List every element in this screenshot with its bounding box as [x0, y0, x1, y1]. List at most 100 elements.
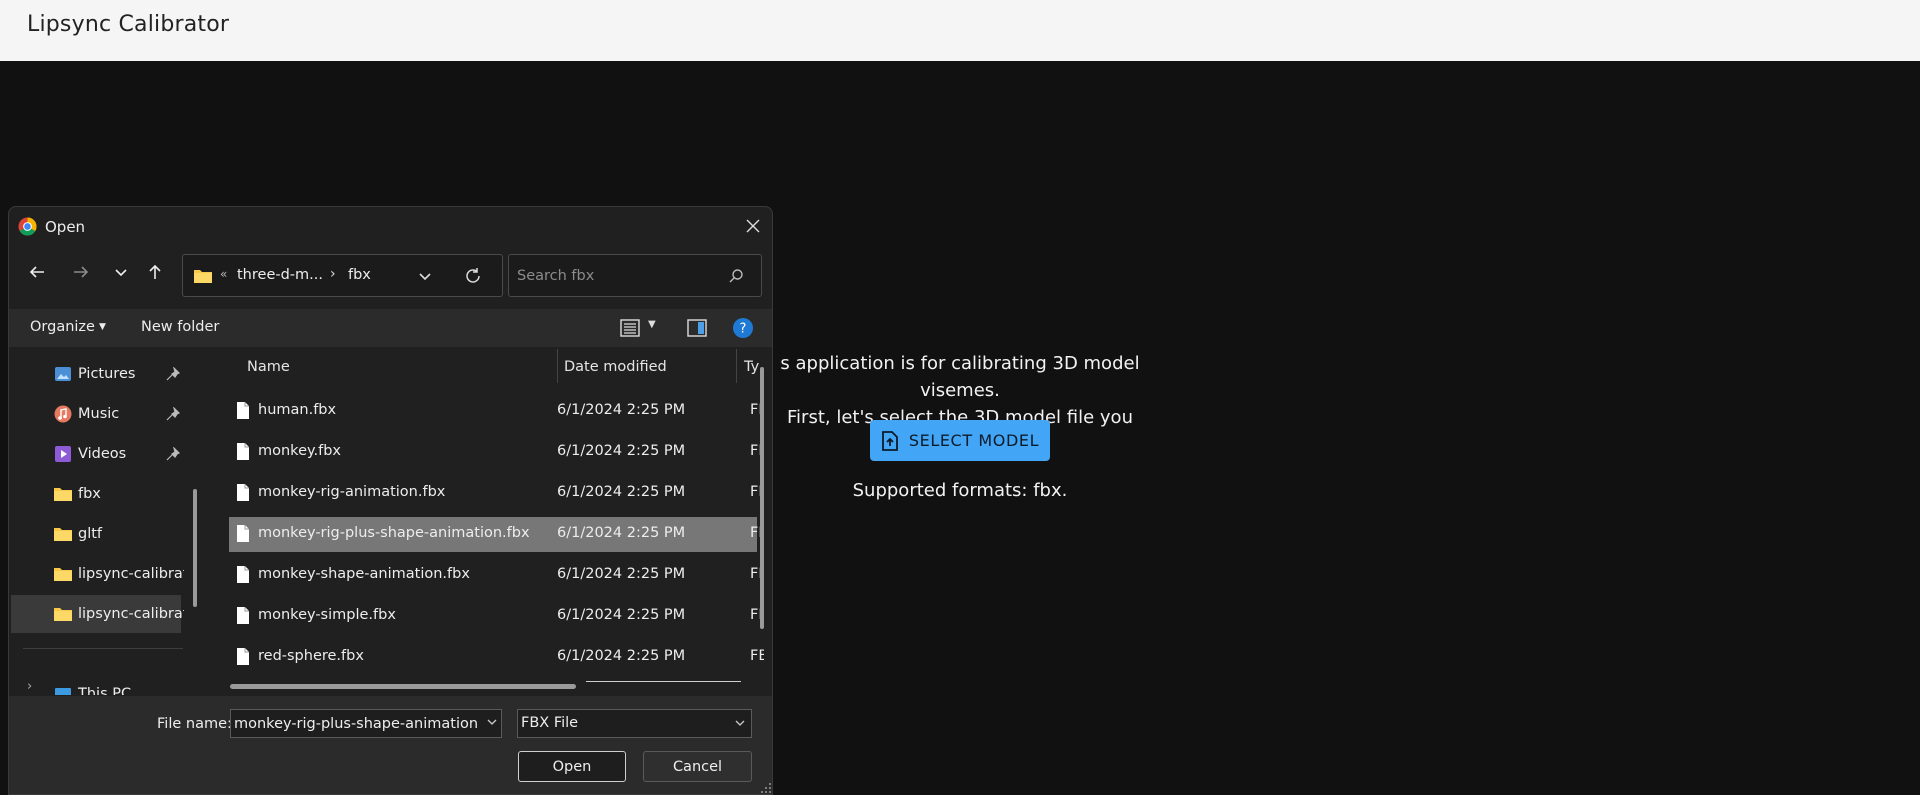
file-type-select[interactable]: FBX File — [517, 709, 752, 738]
dialog-titlebar[interactable]: Open — [9, 207, 772, 245]
file-date: 6/1/2024 2:25 PM — [557, 484, 686, 500]
cancel-button[interactable]: Cancel — [643, 751, 752, 782]
column-header-date[interactable]: Date modified — [564, 347, 704, 387]
file-name: monkey-rig-plus-shape-animation.fbx — [258, 525, 530, 541]
nav-item-label: Music — [78, 406, 120, 422]
select-model-label: SELECT MODEL — [908, 431, 1040, 450]
resize-grip-icon[interactable] — [760, 782, 772, 794]
file-icon — [237, 443, 249, 460]
nav-scrollbar[interactable] — [193, 489, 197, 607]
folder-icon — [54, 488, 72, 501]
new-folder-button[interactable]: New folder — [141, 319, 219, 335]
file-icon — [237, 402, 249, 419]
nav-item-label: gltf — [78, 526, 103, 542]
supported-formats: Supported formats: fbx. — [852, 480, 1068, 501]
nav-item-this-pc[interactable]: This PC — [11, 675, 181, 695]
file-row[interactable]: monkey-rig-animation.fbx 6/1/2024 2:25 P… — [229, 476, 764, 511]
open-button[interactable]: Open — [518, 751, 626, 782]
file-date: 6/1/2024 2:25 PM — [557, 443, 686, 459]
column-divider[interactable] — [557, 349, 558, 383]
close-button[interactable] — [742, 215, 764, 237]
navigation-pane: Pictures Music Videos fbx gltf lipsync-c… — [9, 347, 184, 695]
nav-item-lipsync-calibrator[interactable]: lipsync-calibrato — [11, 555, 184, 593]
nav-item-label: fbx — [78, 486, 101, 502]
nav-item-gltf[interactable]: gltf — [11, 515, 181, 553]
nav-divider — [23, 648, 183, 649]
chevron-down-icon[interactable] — [416, 267, 434, 285]
search-icon — [729, 269, 743, 283]
app-header: Lipsync Calibrator — [0, 0, 1920, 61]
help-icon[interactable]: ? — [732, 317, 754, 339]
expand-chevron-icon[interactable]: › — [27, 679, 32, 694]
file-row[interactable]: monkey.fbx 6/1/2024 2:25 PM FB — [229, 435, 764, 470]
file-name: monkey.fbx — [258, 443, 341, 459]
nav-item-label: lipsync-calibrato — [78, 566, 184, 582]
file-row[interactable]: monkey-shape-animation.fbx 6/1/2024 2:25… — [229, 558, 764, 593]
chevron-down-icon[interactable] — [485, 715, 499, 729]
file-icon — [237, 648, 249, 665]
nav-item-videos[interactable]: Videos — [11, 435, 181, 473]
file-type-value: FBX File — [521, 715, 579, 731]
nav-item-pictures[interactable]: Pictures — [11, 355, 181, 393]
organize-button[interactable]: Organize ▼ — [30, 319, 106, 335]
file-date: 6/1/2024 2:25 PM — [557, 525, 686, 541]
preview-pane-icon[interactable] — [686, 318, 708, 338]
chrome-icon — [18, 217, 37, 236]
nav-item-music[interactable]: Music — [11, 395, 181, 433]
file-type: FB — [750, 648, 764, 664]
file-row[interactable]: human.fbx 6/1/2024 2:25 PM FB — [229, 394, 764, 429]
videos-icon — [55, 446, 71, 462]
music-icon — [54, 405, 72, 423]
refresh-icon[interactable] — [464, 267, 482, 285]
file-row-selected[interactable]: monkey-rig-plus-shape-animation.fbx 6/1/… — [229, 517, 764, 552]
file-list-vertical-scrollbar[interactable] — [760, 367, 764, 629]
address-segment-parent[interactable]: three-d-m... — [237, 267, 323, 283]
file-name-input[interactable] — [234, 714, 479, 734]
file-name-field[interactable] — [230, 709, 502, 738]
arrow-left-icon — [29, 266, 44, 278]
search-input[interactable] — [517, 264, 717, 288]
forward-button[interactable] — [66, 257, 96, 287]
caret-down-icon: ▼ — [98, 322, 106, 332]
address-separator[interactable]: › — [330, 266, 336, 282]
file-row[interactable]: monkey-simple.fbx 6/1/2024 2:25 PM FB — [229, 599, 764, 634]
up-button[interactable] — [140, 257, 170, 287]
dialog-toolbar: Organize ▼ New folder ▼ ? — [9, 309, 772, 347]
arrow-right-icon — [74, 266, 89, 278]
intro-line-1: s application is for calibrating 3D mode… — [780, 353, 1140, 401]
pin-icon — [166, 407, 180, 421]
details-view-icon[interactable] — [619, 318, 641, 338]
address-segment-current[interactable]: fbx — [348, 267, 371, 283]
caret-down-icon[interactable]: ▼ — [648, 319, 656, 330]
search-box[interactable] — [508, 254, 762, 297]
dialog-footer: File name: FBX File Open Cancel — [9, 696, 772, 794]
pin-icon — [166, 447, 180, 461]
open-file-dialog: Open « three-d-m... › fbx Organize▼ New … — [8, 206, 773, 795]
upload-file-icon — [881, 430, 898, 451]
column-header-name[interactable]: Name — [247, 347, 487, 387]
file-row[interactable]: red-sphere.fbx 6/1/2024 2:25 PM FB — [229, 640, 764, 675]
file-date: 6/1/2024 2:25 PM — [557, 607, 686, 623]
file-list: ^ Name Date modified Ty human.fbx 6/1/20… — [208, 347, 764, 695]
dialog-title: Open — [45, 218, 86, 236]
nav-item-label: This PC — [78, 686, 132, 695]
file-date: 6/1/2024 2:25 PM — [557, 648, 686, 664]
app-title: Lipsync Calibrator — [27, 12, 230, 37]
file-list-horizontal-scrollbar[interactable] — [230, 684, 576, 689]
address-bar[interactable]: « three-d-m... › fbx — [182, 254, 503, 297]
recent-locations-button[interactable] — [106, 257, 136, 287]
file-name: human.fbx — [258, 402, 337, 418]
svg-text:?: ? — [740, 322, 747, 337]
pictures-icon — [55, 367, 71, 381]
column-divider[interactable] — [736, 349, 737, 383]
address-overflow[interactable]: « — [220, 267, 227, 281]
select-model-button[interactable]: SELECT MODEL — [870, 420, 1050, 461]
folder-icon — [194, 270, 212, 283]
back-button[interactable] — [22, 257, 52, 287]
folder-icon — [54, 608, 72, 621]
file-icon — [237, 607, 249, 624]
file-date: 6/1/2024 2:25 PM — [557, 566, 686, 582]
nav-item-fbx[interactable]: fbx — [11, 475, 181, 513]
nav-item-lipsync-calibrator-selected[interactable]: lipsync-calibrato — [11, 595, 184, 633]
nav-item-label: lipsync-calibrato — [78, 606, 184, 622]
